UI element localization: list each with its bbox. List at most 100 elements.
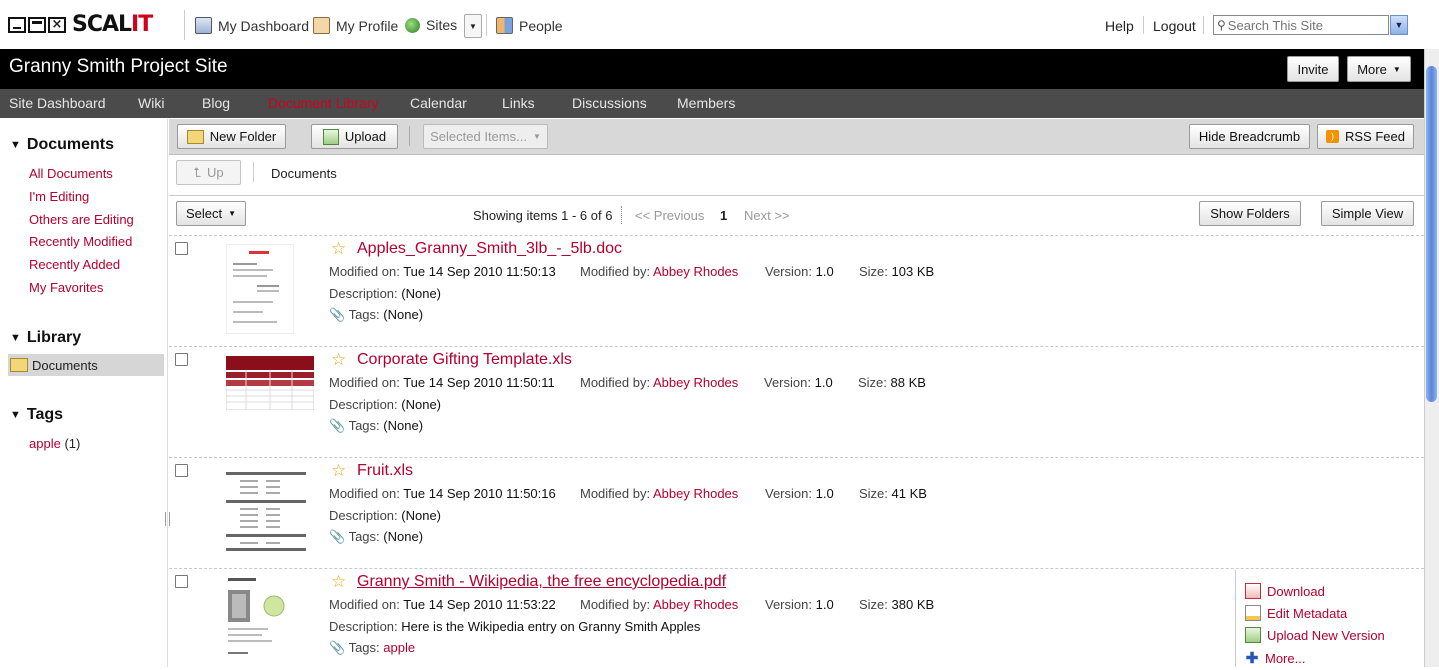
upload-version-icon bbox=[1245, 627, 1261, 643]
search-input[interactable] bbox=[1225, 17, 1380, 33]
plus-icon: ✚ bbox=[1245, 650, 1259, 667]
chevron-down-icon: ▼ bbox=[1394, 20, 1404, 30]
minimize-glyph-icon bbox=[8, 17, 26, 33]
filter-all-documents[interactable]: All Documents bbox=[29, 166, 113, 181]
sites-dropdown-button[interactable]: ▼ bbox=[464, 14, 482, 38]
tags-heading[interactable]: ▼ Tags bbox=[10, 406, 63, 424]
nav-people[interactable]: People bbox=[496, 17, 563, 34]
nav-blog[interactable]: Blog bbox=[202, 95, 230, 111]
modified-on: Modified on: Tue 14 Sep 2010 11:50:13 bbox=[329, 264, 556, 279]
file-size: Size: 103 KB bbox=[859, 264, 935, 279]
doc-preview-icon bbox=[233, 251, 279, 323]
modified-by-user-link[interactable]: Abbey Rhodes bbox=[653, 486, 738, 501]
search-box[interactable]: ⚲ bbox=[1213, 15, 1389, 35]
nav-calendar[interactable]: Calendar bbox=[410, 95, 467, 111]
selected-items-menu[interactable]: Selected Items... ▼ bbox=[423, 124, 548, 149]
caret-down-icon: ▼ bbox=[469, 21, 477, 31]
search-icon: ⚲ bbox=[1217, 18, 1226, 32]
nav-site-dashboard[interactable]: Site Dashboard bbox=[9, 95, 106, 111]
filter-others-editing[interactable]: Others are Editing bbox=[29, 212, 134, 227]
favorite-star-icon[interactable]: ☆ bbox=[331, 461, 346, 481]
next-page-link[interactable]: Next >> bbox=[744, 208, 790, 223]
tag-link[interactable]: apple bbox=[29, 436, 61, 451]
logout-link[interactable]: Logout bbox=[1153, 18, 1196, 34]
modified-by-user-link[interactable]: Abbey Rhodes bbox=[653, 264, 738, 279]
version: Version: 1.0 bbox=[764, 375, 833, 390]
filter-im-editing[interactable]: I'm Editing bbox=[29, 189, 89, 204]
modified-by-user-link[interactable]: Abbey Rhodes bbox=[653, 375, 738, 390]
more-menu-button[interactable]: More ▼ bbox=[1347, 56, 1411, 82]
version: Version: 1.0 bbox=[765, 264, 834, 279]
row-select-checkbox[interactable] bbox=[175, 575, 188, 588]
upload-new-version-action[interactable]: Upload New Version bbox=[1245, 627, 1385, 643]
upload-button[interactable]: Upload bbox=[311, 124, 398, 149]
nav-document-library[interactable]: Document Library bbox=[268, 95, 379, 111]
favorite-star-icon[interactable]: ☆ bbox=[331, 572, 346, 592]
download-action[interactable]: Download bbox=[1245, 583, 1325, 599]
document-name-link[interactable]: Fruit.xls bbox=[357, 462, 413, 480]
modified-by: Modified by: Abbey Rhodes bbox=[580, 486, 739, 501]
more-actions-link[interactable]: ✚ More... bbox=[1245, 649, 1306, 667]
description: Description: (None) bbox=[329, 397, 442, 412]
caret-down-icon: ▼ bbox=[1392, 64, 1401, 74]
upload-icon bbox=[322, 128, 339, 145]
search-options-dropdown[interactable]: ▼ bbox=[1390, 15, 1408, 35]
modified-on: Modified on: Tue 14 Sep 2010 11:50:16 bbox=[329, 486, 556, 501]
file-size: Size: 41 KB bbox=[859, 486, 927, 501]
up-folder-button[interactable]: ⮤ Up bbox=[176, 160, 241, 185]
tags: 📎 Tags: (None) bbox=[329, 418, 424, 433]
rss-feed-button[interactable]: ) RSS Feed bbox=[1317, 124, 1414, 149]
nav-sites[interactable]: Sites bbox=[405, 17, 457, 33]
filter-my-favorites[interactable]: My Favorites bbox=[29, 280, 103, 295]
documents-heading[interactable]: ▼ Documents bbox=[10, 136, 114, 154]
library-folder-documents[interactable]: Documents bbox=[8, 354, 164, 376]
sites-globe-icon bbox=[405, 17, 420, 33]
modified-by: Modified by: Abbey Rhodes bbox=[580, 597, 739, 612]
document-thumbnail[interactable] bbox=[226, 576, 296, 667]
simple-view-button[interactable]: Simple View bbox=[1321, 201, 1414, 226]
modified-by-user-link[interactable]: Abbey Rhodes bbox=[653, 597, 738, 612]
description: Description: (None) bbox=[329, 508, 442, 523]
previous-page-link[interactable]: << Previous bbox=[635, 208, 704, 223]
document-thumbnail[interactable] bbox=[226, 470, 306, 554]
breadcrumb-divider bbox=[253, 162, 254, 182]
nav-my-profile[interactable]: My Profile bbox=[313, 17, 398, 34]
modified-by: Modified by: Abbey Rhodes bbox=[580, 264, 739, 279]
edit-metadata-action[interactable]: Edit Metadata bbox=[1245, 605, 1347, 621]
site-title: Granny Smith Project Site bbox=[9, 56, 228, 77]
new-folder-button[interactable]: New Folder bbox=[177, 124, 286, 149]
nav-my-dashboard[interactable]: My Dashboard bbox=[195, 17, 309, 34]
document-name-link[interactable]: Corporate Gifting Template.xls bbox=[357, 351, 572, 369]
filter-recently-added[interactable]: Recently Added bbox=[29, 257, 120, 272]
nav-wiki[interactable]: Wiki bbox=[138, 95, 164, 111]
help-link[interactable]: Help bbox=[1105, 18, 1134, 34]
tag-item-apple[interactable]: apple (1) bbox=[29, 436, 80, 451]
row-select-checkbox[interactable] bbox=[175, 353, 188, 366]
scalit-logo[interactable]: × SCALIT bbox=[8, 14, 153, 36]
pagination-divider bbox=[621, 206, 623, 224]
library-heading[interactable]: ▼ Library bbox=[10, 329, 81, 347]
caret-down-icon: ▼ bbox=[532, 132, 541, 141]
show-folders-button[interactable]: Show Folders bbox=[1199, 201, 1301, 226]
invite-button[interactable]: Invite bbox=[1287, 56, 1339, 82]
nav-links[interactable]: Links bbox=[502, 95, 535, 111]
scrollbar-thumb[interactable] bbox=[1426, 66, 1437, 402]
nav-members[interactable]: Members bbox=[677, 95, 735, 111]
document-name-link[interactable]: Granny Smith - Wikipedia, the free encyc… bbox=[357, 573, 726, 591]
favorite-star-icon[interactable]: ☆ bbox=[331, 239, 346, 259]
nav-discussions[interactable]: Discussions bbox=[572, 95, 647, 111]
collapse-triangle-icon: ▼ bbox=[10, 409, 21, 421]
favorite-star-icon[interactable]: ☆ bbox=[331, 350, 346, 370]
document-name-link[interactable]: Apples_Granny_Smith_3lb_-_5lb.doc bbox=[357, 240, 622, 258]
filter-recently-modified[interactable]: Recently Modified bbox=[29, 234, 132, 249]
file-size: Size: 88 KB bbox=[858, 375, 926, 390]
row-select-checkbox[interactable] bbox=[175, 242, 188, 255]
hide-breadcrumb-button[interactable]: Hide Breadcrumb bbox=[1189, 124, 1310, 149]
row-select-checkbox[interactable] bbox=[175, 464, 188, 477]
profile-icon bbox=[313, 17, 330, 34]
current-page-number: 1 bbox=[720, 208, 728, 223]
select-menu-button[interactable]: Select ▼ bbox=[176, 201, 246, 226]
document-thumbnail[interactable] bbox=[225, 355, 315, 411]
tag-link[interactable]: apple bbox=[383, 640, 415, 655]
document-thumbnail[interactable] bbox=[226, 244, 294, 334]
